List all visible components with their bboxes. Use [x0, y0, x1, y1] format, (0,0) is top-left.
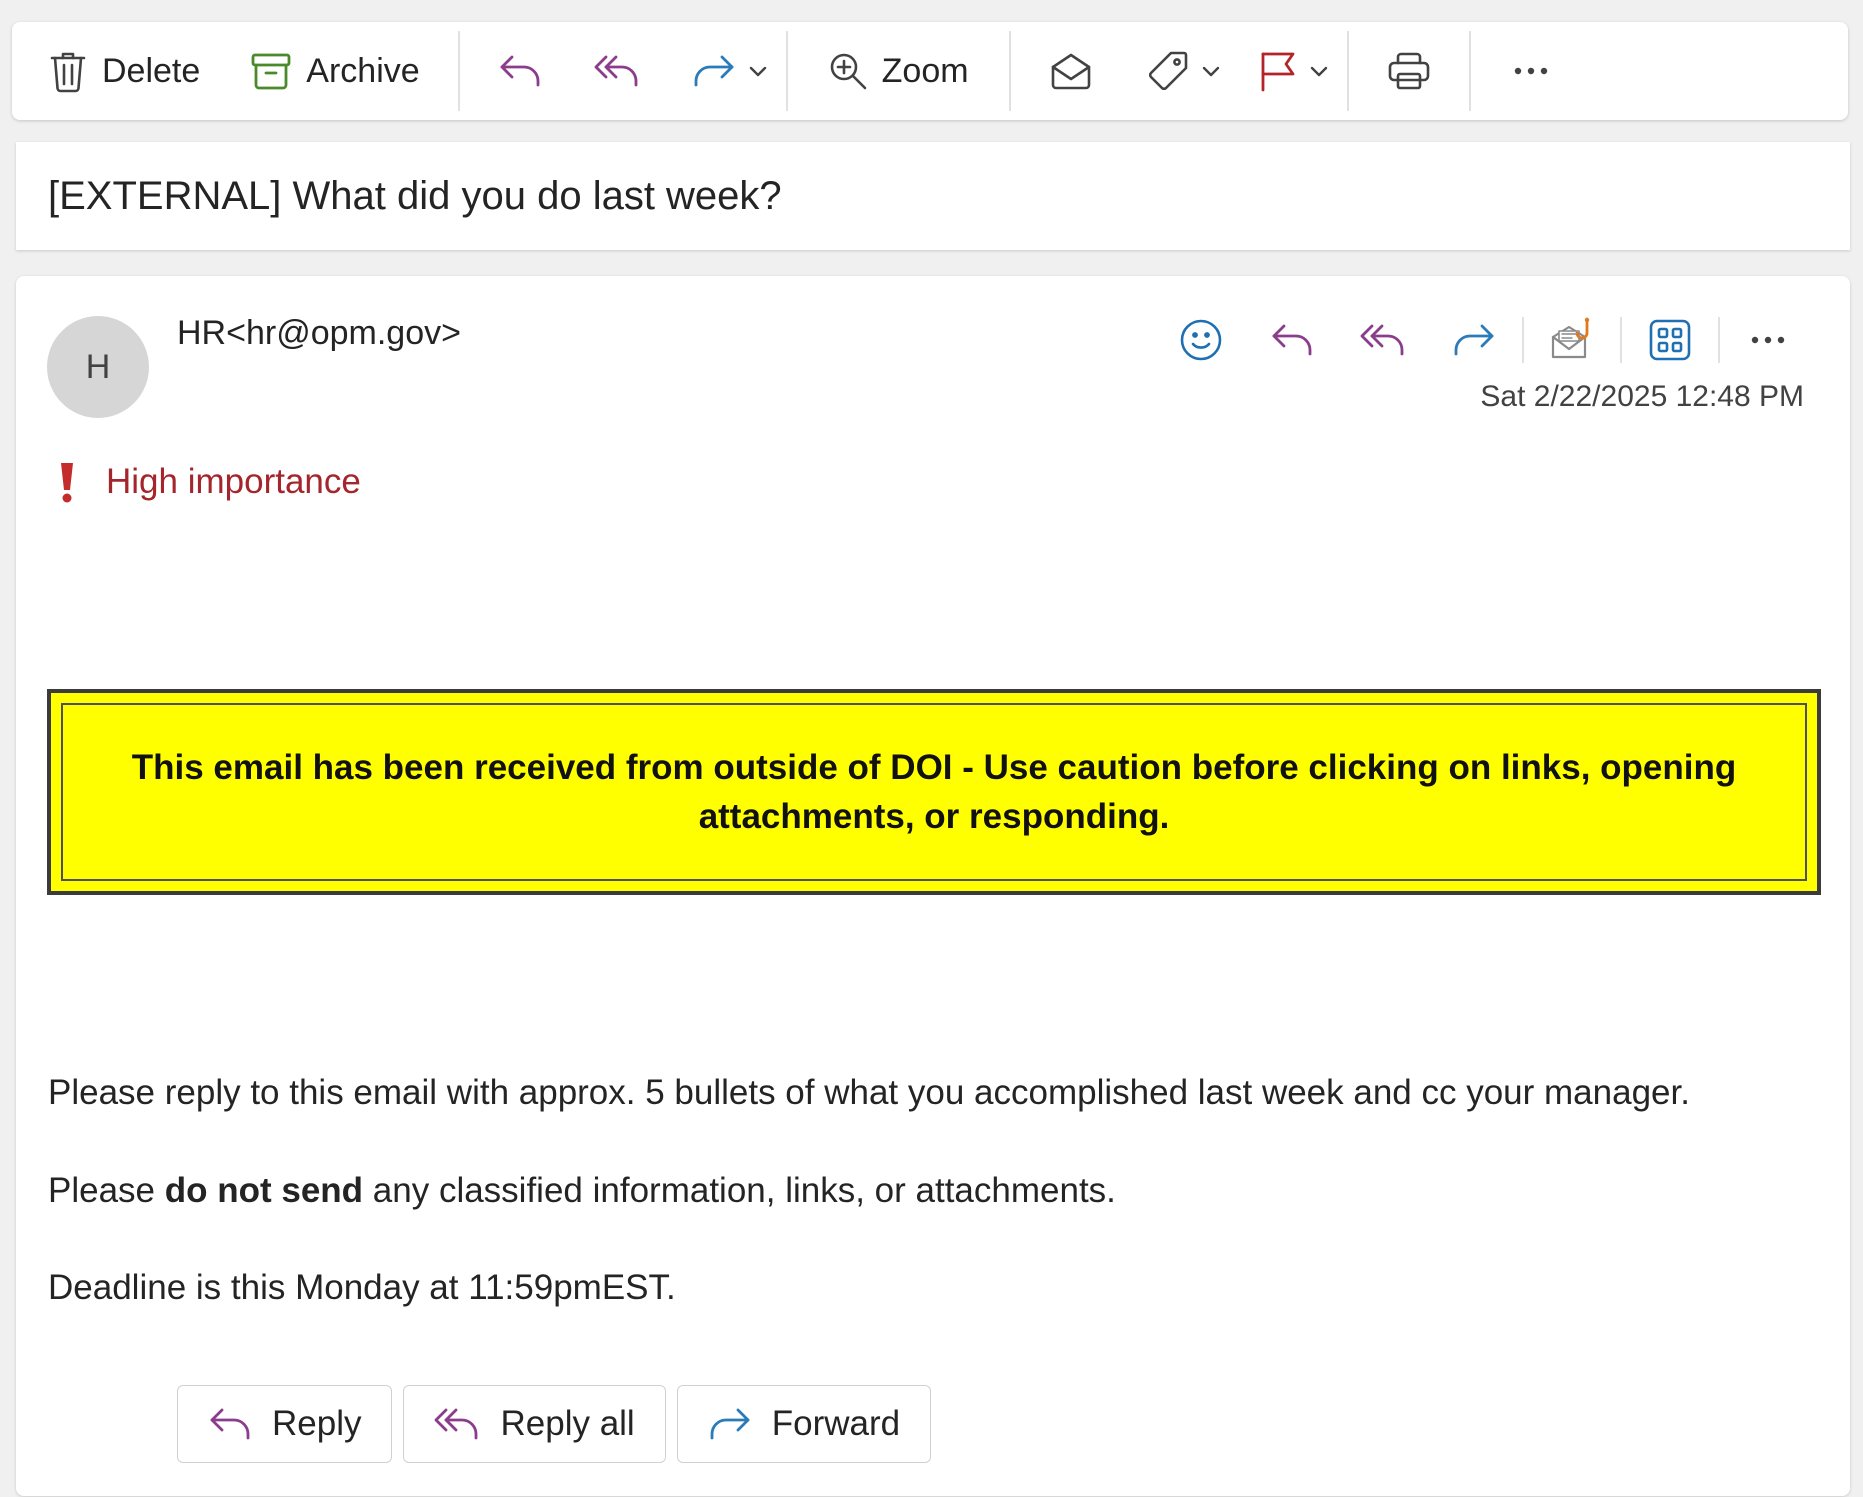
- bottom-actions: Reply Reply all Forward: [177, 1385, 942, 1463]
- reply-label: Reply: [272, 1404, 362, 1443]
- message-timestamp: Sat 2/22/2025 12:48 PM: [1480, 380, 1804, 413]
- reply-all-button[interactable]: [594, 36, 640, 106]
- apps-grid-icon: [1649, 319, 1691, 361]
- body-paragraph-2: Please do not send any classified inform…: [48, 1171, 1116, 1211]
- reply-icon: [498, 53, 542, 89]
- subject-bar: [EXTERNAL] What did you do last week?: [16, 142, 1850, 250]
- apps-button[interactable]: [1640, 310, 1700, 370]
- sender-address[interactable]: HR<hr@opm.gov>: [177, 314, 461, 353]
- toolbar-divider: [1346, 31, 1349, 111]
- archive-icon: [250, 51, 292, 91]
- message-more-button[interactable]: [1738, 310, 1798, 370]
- actions-divider: [1522, 317, 1524, 363]
- more-icon: [1513, 66, 1549, 76]
- importance-indicator: High importance: [56, 460, 361, 504]
- external-warning-banner: This email has been received from outsid…: [47, 689, 1821, 895]
- flag-icon: [1259, 50, 1297, 92]
- categorize-button[interactable]: [1147, 36, 1221, 106]
- avatar-initial: H: [85, 347, 111, 386]
- actions-divider: [1718, 317, 1720, 363]
- tag-icon: [1147, 50, 1189, 92]
- trash-icon: [48, 49, 88, 93]
- zoom-button[interactable]: Zoom: [828, 36, 969, 106]
- chevron-down-icon[interactable]: [1201, 64, 1221, 78]
- body-paragraph-1: Please reply to this email with approx. …: [48, 1073, 1690, 1112]
- zoom-in-icon: [828, 51, 868, 91]
- message-actions: [1171, 310, 1798, 370]
- exclamation-icon: [56, 460, 78, 504]
- warning-text: This email has been received from outsid…: [131, 748, 1737, 836]
- react-button[interactable]: [1171, 310, 1231, 370]
- flag-button[interactable]: [1259, 36, 1329, 106]
- forward-label: Forward: [771, 1404, 901, 1443]
- forward-icon: [692, 53, 736, 89]
- body-bold-text: do not send: [164, 1171, 364, 1210]
- more-actions-button[interactable]: [1513, 36, 1549, 106]
- envelope-open-icon: [1049, 51, 1093, 91]
- chevron-down-icon[interactable]: [748, 64, 768, 78]
- reply-icon: [1270, 322, 1314, 358]
- report-phishing-button[interactable]: [1542, 310, 1602, 370]
- printer-icon: [1387, 51, 1431, 91]
- importance-label: High importance: [106, 462, 361, 501]
- reply-all-icon: [594, 53, 640, 89]
- warning-inner-border: This email has been received from outsid…: [61, 703, 1807, 881]
- avatar[interactable]: H: [47, 316, 149, 418]
- chevron-down-icon[interactable]: [1309, 64, 1329, 78]
- more-icon: [1750, 335, 1786, 345]
- toolbar-divider: [457, 31, 460, 111]
- archive-button[interactable]: Archive: [250, 36, 420, 106]
- body-text: any classified information, links, or at…: [363, 1171, 1116, 1210]
- message-forward-button[interactable]: [1444, 310, 1504, 370]
- delete-label: Delete: [102, 51, 201, 90]
- actions-divider: [1620, 317, 1622, 363]
- reply-all-icon: [1360, 322, 1406, 358]
- forward-button[interactable]: [692, 36, 768, 106]
- forward-bottom-button[interactable]: Forward: [676, 1385, 932, 1463]
- command-toolbar: Delete Archive Zoom: [12, 22, 1848, 120]
- toolbar-divider: [785, 31, 788, 111]
- archive-label: Archive: [306, 51, 420, 90]
- delete-button[interactable]: Delete: [48, 36, 200, 106]
- toolbar-divider: [1468, 31, 1471, 111]
- toolbar-divider: [1008, 31, 1011, 111]
- forward-icon: [708, 1406, 752, 1442]
- mark-read-button[interactable]: [1049, 36, 1093, 106]
- forward-icon: [1452, 322, 1496, 358]
- email-subject: [EXTERNAL] What did you do last week?: [48, 173, 782, 218]
- reply-all-bottom-button[interactable]: Reply all: [403, 1385, 666, 1463]
- body-paragraph-3: Deadline is this Monday at 11:59pmEST.: [48, 1268, 676, 1307]
- reply-button[interactable]: [498, 36, 542, 106]
- reply-bottom-button[interactable]: Reply: [177, 1385, 393, 1463]
- zoom-label: Zoom: [881, 51, 969, 90]
- reply-all-icon: [434, 1406, 480, 1442]
- reply-icon: [208, 1406, 252, 1442]
- smiley-icon: [1179, 318, 1223, 362]
- reply-all-label: Reply all: [500, 1404, 635, 1443]
- message-reply-all-button[interactable]: [1353, 310, 1413, 370]
- message-card: H HR<hr@opm.gov> Sat 2/22/2025 12:48 PM …: [16, 276, 1850, 1496]
- body-text: Please: [48, 1171, 165, 1210]
- print-button[interactable]: [1387, 36, 1431, 106]
- phishing-report-icon: [1549, 317, 1595, 363]
- message-reply-button[interactable]: [1262, 310, 1322, 370]
